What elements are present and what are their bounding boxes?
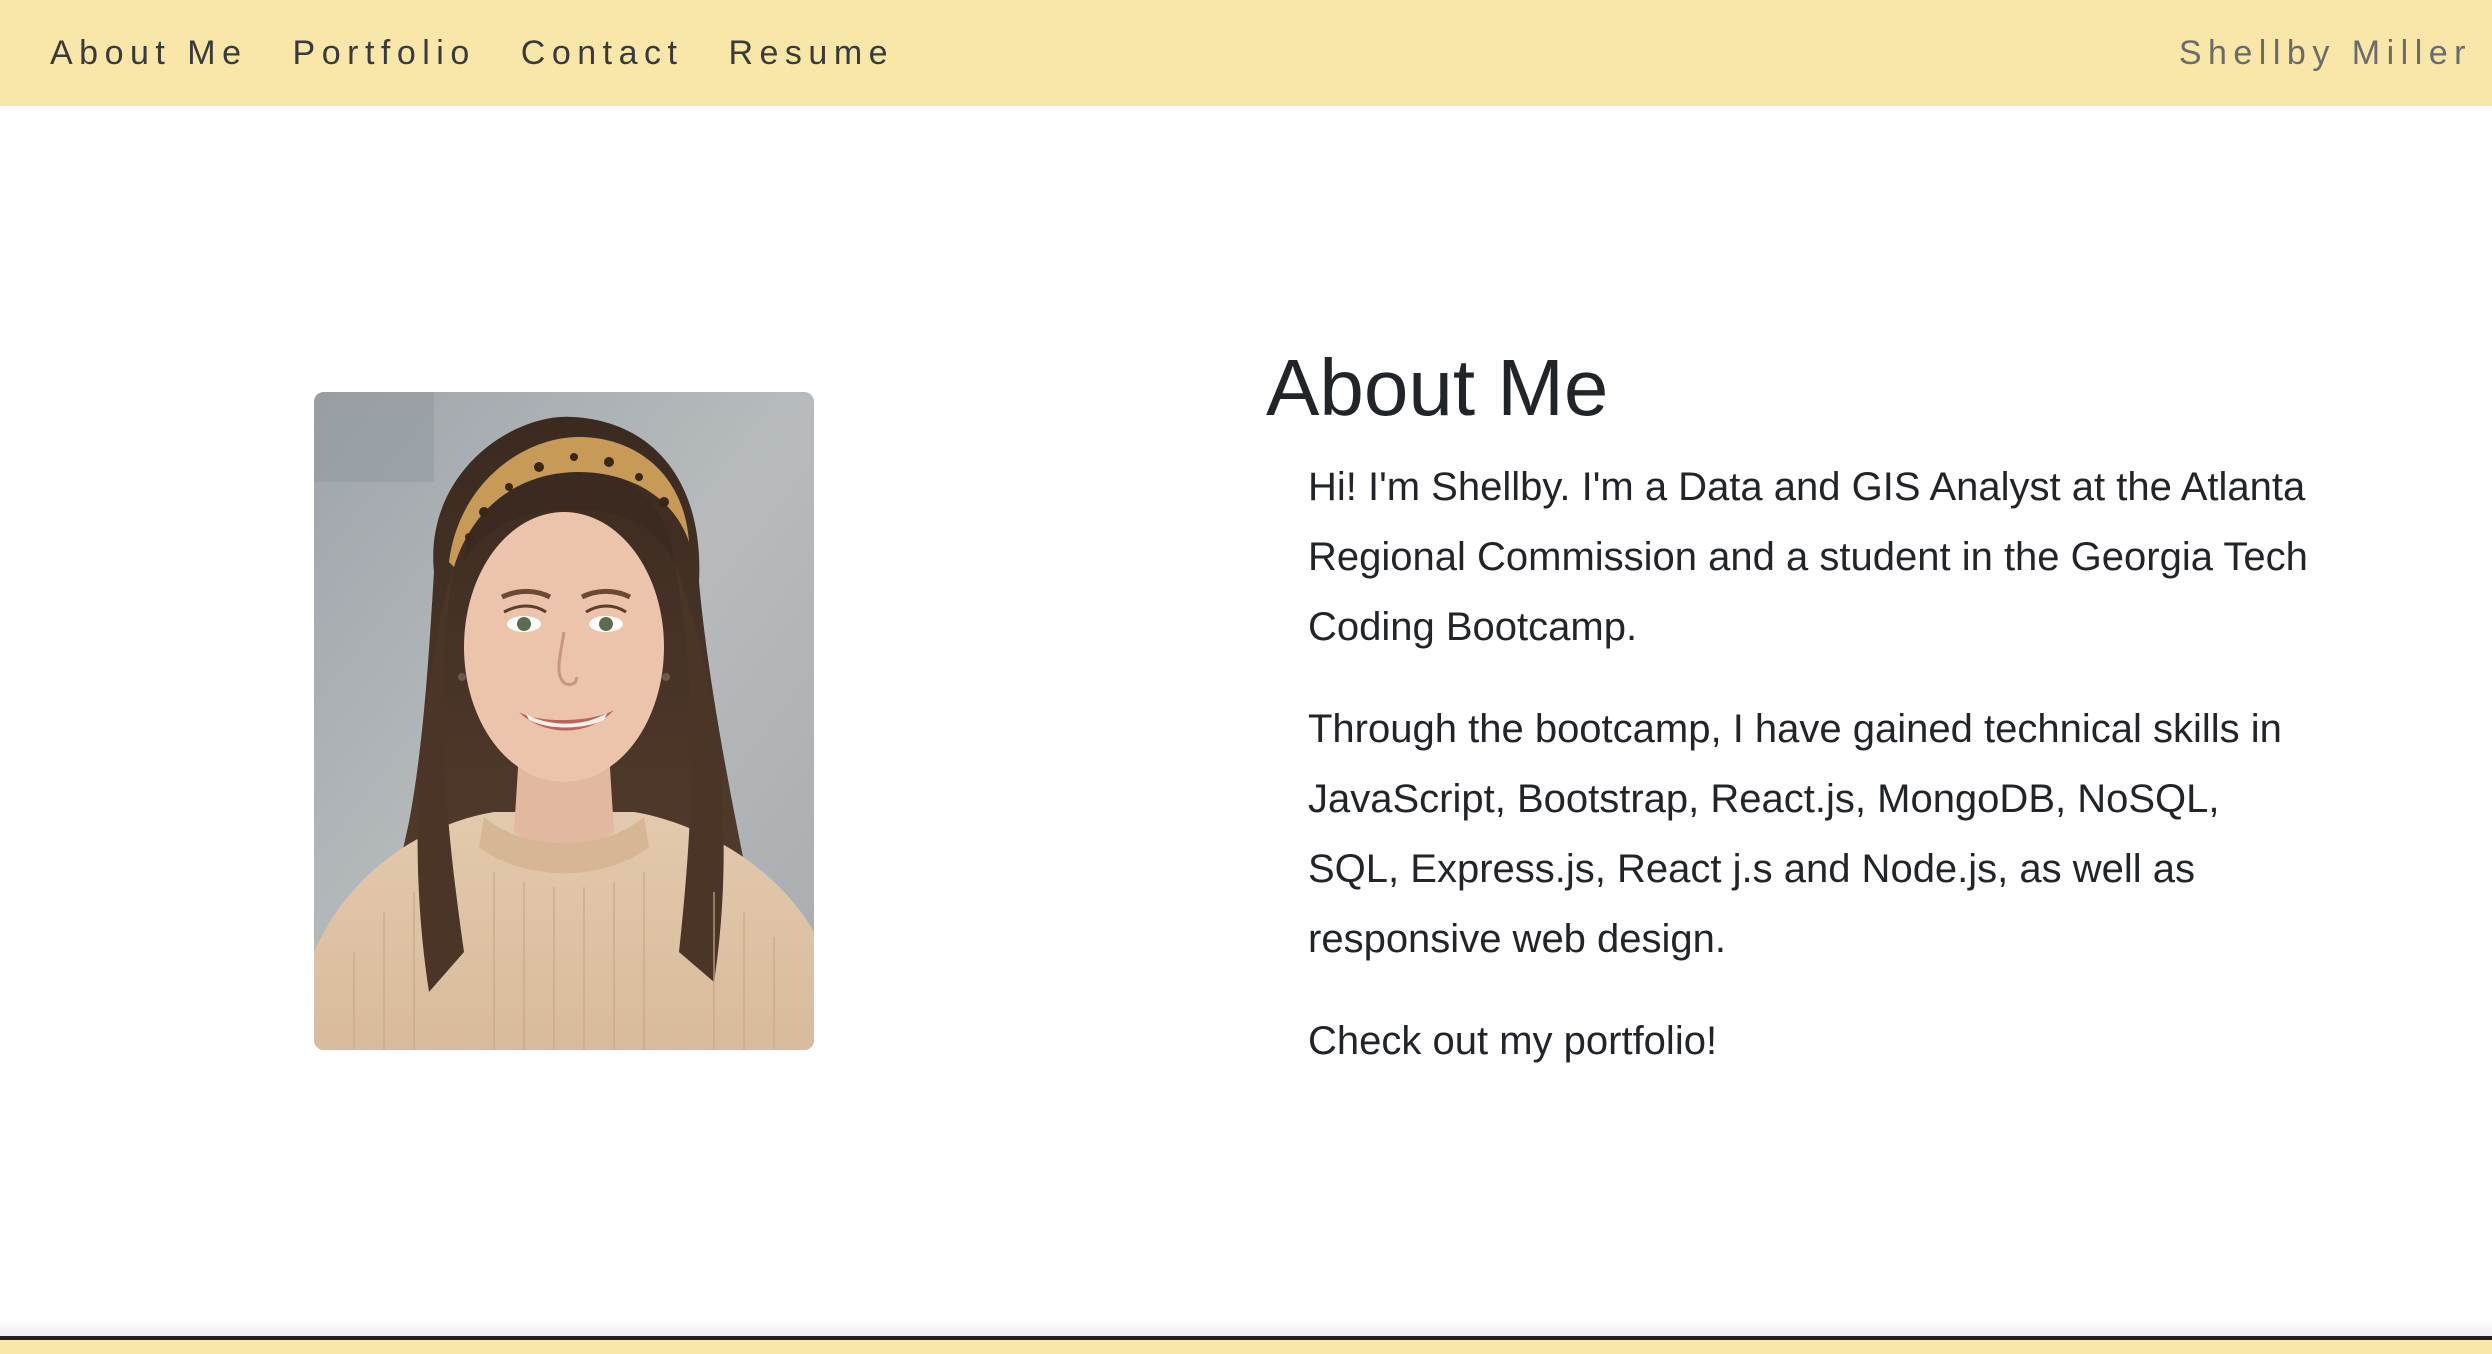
brand-name[interactable]: Shellby Miller (2179, 0, 2472, 106)
nav-link-about-me[interactable]: About Me (50, 34, 248, 73)
about-paragraph: Hi! I'm Shellby. I'm a Data and GIS Anal… (1308, 465, 2308, 649)
about-text: Hi! I'm Shellby. I'm a Data and GIS Anal… (1308, 452, 2308, 1108)
nav-link-resume[interactable]: Resume (728, 34, 894, 73)
footer-bar (0, 1336, 2492, 1354)
nav-links: About Me Portfolio Contact Resume (50, 0, 939, 106)
top-navbar: About Me Portfolio Contact Resume Shellb… (0, 0, 2492, 106)
nav-link-portfolio[interactable]: Portfolio (293, 34, 476, 73)
portrait-image (314, 392, 814, 1050)
about-paragraph: Check out my portfolio! (1308, 1019, 1718, 1063)
footer-shadow (0, 1318, 2492, 1336)
about-paragraph: Through the bootcamp, I have gained tech… (1308, 707, 2282, 961)
profile-photo (314, 392, 814, 1050)
page-title: About Me (1266, 343, 1609, 432)
nav-link-contact[interactable]: Contact (521, 34, 684, 73)
